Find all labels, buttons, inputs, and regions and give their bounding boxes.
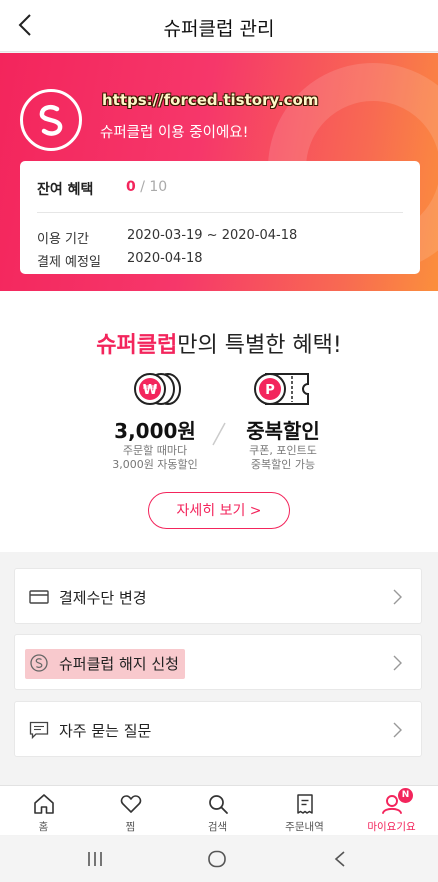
remaining-used-count: 0	[126, 179, 136, 195]
headline-text: 만의 특별한 혜택!	[177, 333, 342, 358]
tab-search-label: 검색	[207, 821, 228, 833]
tab-orders-label: 주문내역	[285, 821, 324, 833]
membership-info-card: 잔여 혜택 0 / 10 이용 기간 2020-03-19 ~ 2020-04-…	[20, 161, 420, 274]
chevron-right-icon	[393, 655, 402, 671]
benefit-headline: 슈퍼클럽만의 특별한 혜택!	[0, 327, 438, 359]
svg-text:₩: ₩	[143, 383, 158, 398]
benefit-discount-desc-line1: 주문할 때마다	[122, 444, 188, 457]
card-divider	[37, 212, 403, 213]
superclub-logo-icon	[20, 89, 82, 151]
benefit-stack-desc-line1: 쿠폰, 포인트도	[249, 444, 317, 457]
tab-home[interactable]: 홈	[0, 786, 87, 836]
change-payment-method-item[interactable]: 결제수단 변경	[14, 568, 422, 624]
new-badge: N	[398, 788, 413, 803]
tab-wishlist-label: 찜	[125, 821, 136, 833]
faq-item[interactable]: 자주 묻는 질문	[14, 701, 422, 757]
point-coupon-icon: P	[254, 373, 309, 405]
benefit-discount-desc-line2: 3,000원 자동할인	[112, 458, 198, 471]
recents-icon[interactable]	[86, 850, 104, 868]
heart-icon	[120, 795, 142, 813]
view-details-button[interactable]: 자세히 보기 >	[148, 492, 290, 529]
payment-date-value: 2020-04-18	[127, 251, 203, 266]
headline-brand: 슈퍼클럽	[96, 333, 178, 358]
watermark-text: https://forced.tistory.com	[102, 91, 319, 109]
benefit-stack-desc: 쿠폰, 포인트도 중복할인 가능	[218, 444, 348, 472]
tab-orders[interactable]: 주문내역	[261, 786, 348, 836]
membership-status-text: 슈퍼클럽 이용 중이에요!	[100, 125, 249, 141]
benefit-stack-value: 중복할인	[246, 419, 320, 443]
svg-text:P: P	[265, 383, 275, 398]
tab-wishlist[interactable]: 찜	[87, 786, 174, 836]
credit-card-icon	[29, 590, 49, 604]
system-navigation-bar	[0, 836, 438, 882]
home-circle-icon[interactable]	[207, 850, 227, 868]
won-coins-icon: ₩	[134, 373, 181, 405]
back-icon[interactable]	[333, 850, 347, 868]
cancel-superclub-label: 슈퍼클럽 해지 신청	[59, 655, 179, 673]
payment-date-label: 결제 예정일	[37, 255, 101, 270]
tab-my-page[interactable]: N 마이요기요	[348, 786, 435, 836]
chevron-right-icon	[393, 589, 402, 605]
top-app-bar: 슈퍼클럽 관리	[0, 0, 438, 52]
period-value: 2020-03-19 ~ 2020-04-18	[127, 228, 298, 243]
bottom-tab-bar: 홈 찜 검색 주문내역 N 마이요기요	[0, 785, 438, 835]
benefit-section: 슈퍼클럽만의 특별한 혜택! ₩ P 3,000원 주문할 때마다 3,000원…	[0, 291, 438, 552]
tab-my-page-label: 마이요기요	[367, 821, 416, 833]
benefit-discount-value: 3,000원	[114, 419, 196, 443]
search-icon	[209, 795, 228, 814]
remaining-benefit-label: 잔여 혜택	[37, 182, 94, 198]
tab-home-label: 홈	[38, 821, 49, 833]
order-list-icon	[297, 794, 313, 814]
home-icon	[34, 794, 54, 814]
benefit-stack-desc-line2: 중복할인 가능	[250, 458, 316, 471]
page-title: 슈퍼클럽 관리	[163, 18, 275, 40]
benefit-discount-desc: 주문할 때마다 3,000원 자동할인	[90, 444, 220, 472]
change-payment-method-label: 결제수단 변경	[59, 589, 147, 607]
remaining-total-count: / 10	[140, 179, 168, 195]
tab-search[interactable]: 검색	[174, 786, 261, 836]
chevron-right-icon	[393, 722, 402, 738]
faq-label: 자주 묻는 질문	[59, 722, 152, 740]
cancel-subscription-icon	[30, 654, 48, 672]
superclub-status-banner: https://forced.tistory.com 슈퍼클럽 이용 중이에요!…	[0, 53, 438, 291]
cancel-superclub-item[interactable]: 슈퍼클럽 해지 신청	[14, 634, 422, 690]
period-label: 이용 기간	[37, 232, 89, 247]
faq-chat-icon	[29, 721, 49, 740]
remaining-benefit-value: 0 / 10	[126, 179, 167, 195]
